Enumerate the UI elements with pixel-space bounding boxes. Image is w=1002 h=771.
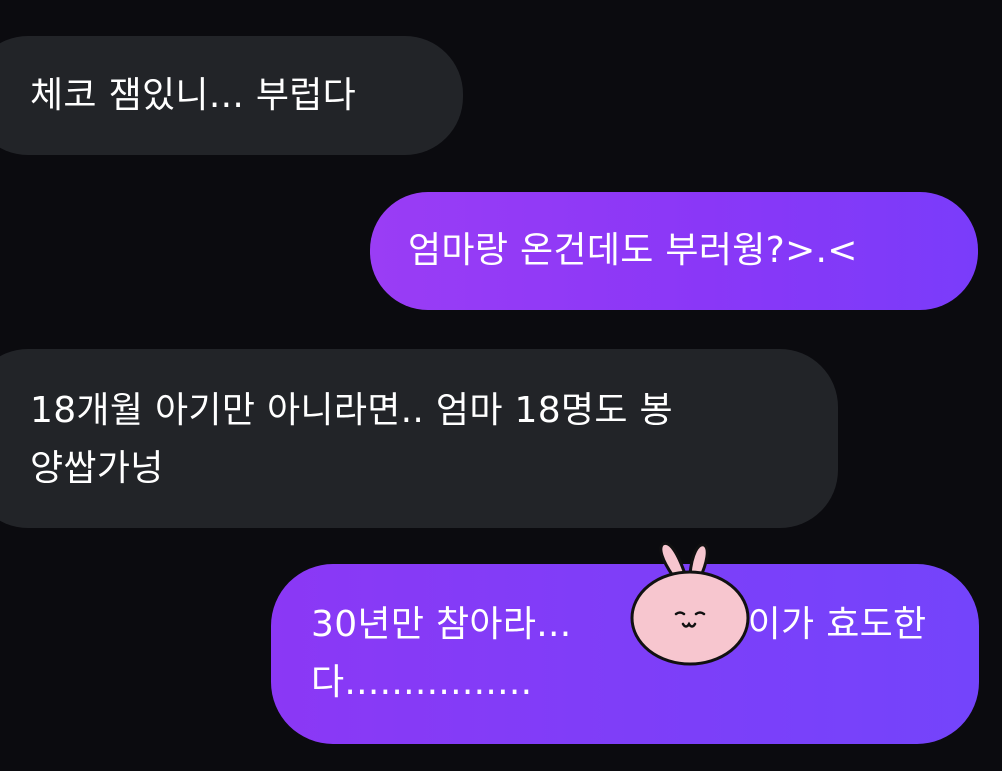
message-bubble-sent[interactable]: 30년만 참아라... 이가 효도한 다................ bbox=[271, 564, 979, 744]
message-bubble-received[interactable]: 체코 잼있니... 부럽다 bbox=[0, 36, 463, 155]
message-bubble-sent[interactable]: 엄마랑 온건데도 부러웡?>.< bbox=[370, 192, 978, 310]
message-text-line-1: 18개월 아기만 아니라면.. 엄마 18명도 봉 bbox=[30, 390, 673, 431]
bunny-face-sticker-icon bbox=[630, 541, 750, 666]
message-bubble-received[interactable]: 18개월 아기만 아니라면.. 엄마 18명도 봉 양쌉가넝 bbox=[0, 349, 838, 528]
message-text-line-2: 양쌉가넝 bbox=[30, 448, 164, 489]
message-text: 엄마랑 온건데도 부러웡?>.< bbox=[408, 230, 858, 271]
message-text: 체코 잼있니... 부럽다 bbox=[30, 75, 357, 116]
